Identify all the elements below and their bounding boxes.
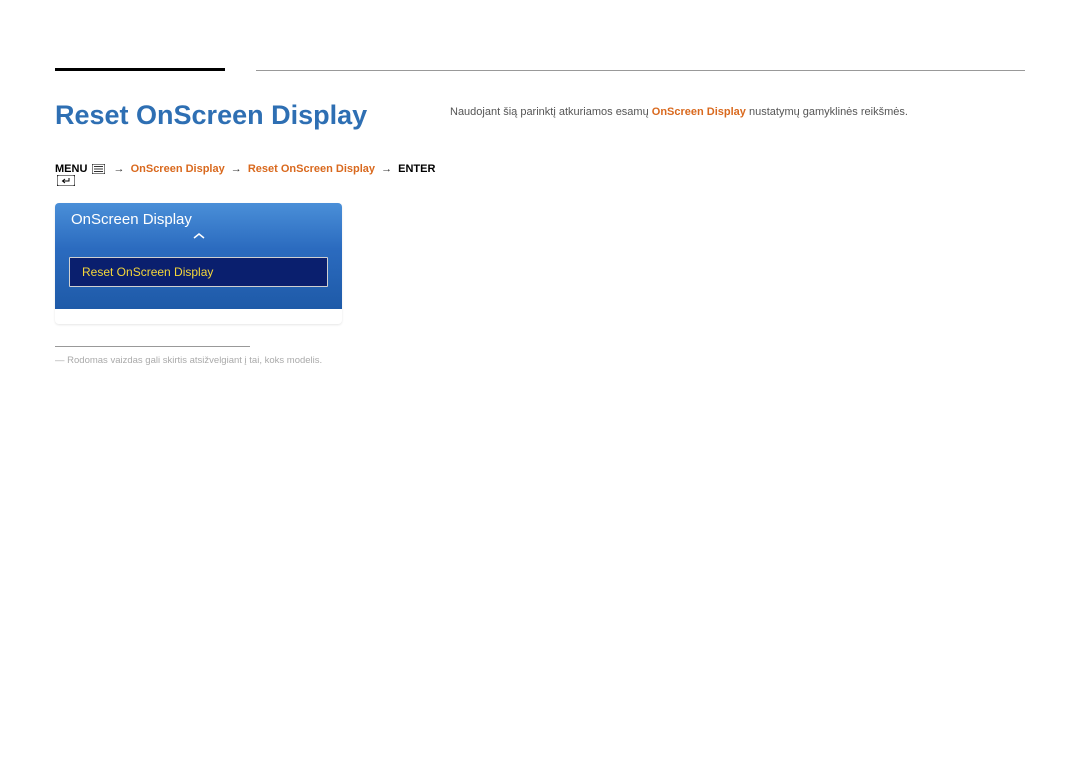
- top-divider-line: [256, 70, 1025, 71]
- osd-panel-title: OnScreen Display: [71, 211, 326, 228]
- breadcrumb-arrow-2: →: [231, 163, 242, 175]
- breadcrumb-enter-label: ENTER: [398, 163, 435, 175]
- right-column: Naudojant šią parinktį atkuriamos esamų …: [450, 100, 1025, 366]
- footnote-text: ― Rodomas vaizdas gali skirtis atsižvelg…: [55, 355, 450, 366]
- osd-panel-header: OnScreen Display: [55, 203, 342, 249]
- breadcrumb-step-1: OnScreen Display: [131, 163, 225, 175]
- description-highlight: OnScreen Display: [652, 106, 746, 118]
- breadcrumb-arrow-1: →: [114, 163, 125, 175]
- footnote-dash: ―: [55, 355, 65, 366]
- osd-selected-item[interactable]: Reset OnScreen Display: [69, 257, 328, 287]
- footnote-body: Rodomas vaizdas gali skirtis atsižvelgia…: [67, 355, 322, 366]
- left-column: Reset OnScreen Display MENU → OnScreen D…: [55, 100, 450, 366]
- description-suffix: nustatymų gamyklinės reikšmės.: [746, 106, 908, 118]
- menu-icon: [92, 164, 105, 174]
- osd-panel-body: Reset OnScreen Display: [55, 249, 342, 309]
- top-accent-bar: [55, 68, 225, 71]
- enter-icon: [57, 175, 75, 189]
- footnote-divider: [55, 346, 250, 347]
- breadcrumb-arrow-3: →: [381, 163, 392, 175]
- breadcrumb: MENU → OnScreen Display → Reset OnScreen…: [55, 163, 450, 189]
- description-text: Naudojant šią parinktį atkuriamos esamų …: [450, 106, 1025, 118]
- breadcrumb-step-2: Reset OnScreen Display: [248, 163, 375, 175]
- chevron-up-icon[interactable]: [71, 232, 326, 243]
- osd-panel: OnScreen Display Reset OnScreen Display: [55, 203, 342, 324]
- breadcrumb-menu-label: MENU: [55, 163, 87, 175]
- page-title: Reset OnScreen Display: [55, 100, 450, 131]
- description-prefix: Naudojant šią parinktį atkuriamos esamų: [450, 106, 652, 118]
